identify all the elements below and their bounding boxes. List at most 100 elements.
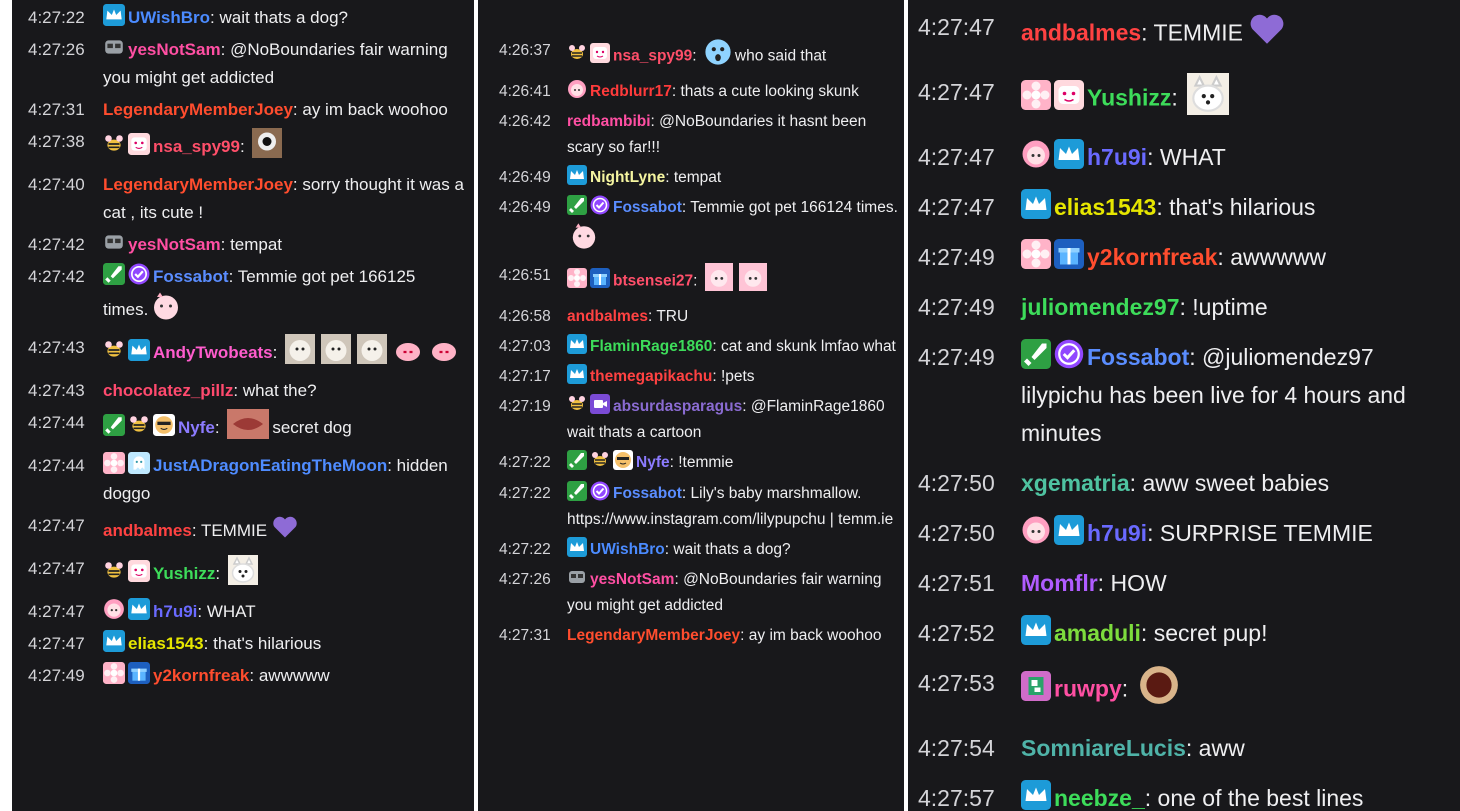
chat-message[interactable]: 4:27:52 amaduli: secret pup! (908, 614, 1460, 652)
chat-message[interactable]: 4:27:54 SomniareLucis: aww (908, 729, 1460, 767)
chat-username[interactable]: Nyfe (636, 455, 670, 472)
bee-badge-icon[interactable] (567, 43, 587, 63)
pink-temmie-emote-icon[interactable] (570, 222, 598, 259)
crown-badge-icon[interactable] (128, 598, 150, 621)
chat-username[interactable]: h7u9i (153, 602, 197, 621)
chat-message[interactable]: 4:27:44 Nyfe: secret dog (12, 409, 474, 448)
chat-username[interactable]: Yushizz (1087, 85, 1171, 111)
pink-flower-badge-icon[interactable] (103, 452, 125, 475)
chat-username[interactable]: yesNotSam (590, 571, 674, 588)
sword-badge-icon[interactable] (103, 263, 125, 286)
chat-message[interactable]: 4:27:57 neebze_: one of the best lines (908, 779, 1460, 811)
chat-username[interactable]: themegapikachu (590, 368, 712, 385)
blue-shock-emote-icon[interactable] (704, 38, 732, 75)
chat-panel-left[interactable]: temmie 4:27:22UWishBro: wait thats a dog… (12, 0, 474, 811)
chat-username[interactable]: Nyfe (178, 418, 215, 437)
pink-girl-emote-icon[interactable] (704, 262, 733, 300)
pink-face-badge-icon[interactable] (128, 560, 150, 583)
chat-username[interactable]: ruwpy (1054, 676, 1122, 702)
sword-badge-icon[interactable] (103, 414, 125, 437)
chat-panel-middle[interactable]: 4:26:37 nsa_spy99: who said that 4:26:41 Re… (478, 0, 904, 811)
chat-message[interactable]: 4:26:51 btsensei27: (478, 262, 904, 300)
chat-username[interactable]: LegendaryMemberJoey (103, 100, 293, 119)
pink-flower-badge-icon[interactable] (103, 662, 125, 685)
verified-badge-icon[interactable] (590, 481, 610, 501)
bee-badge-icon[interactable] (590, 450, 610, 470)
sword-badge-icon[interactable] (567, 450, 587, 471)
chat-username[interactable]: andbalmes (103, 521, 192, 540)
chat-username[interactable]: h7u9i (1087, 520, 1147, 546)
chat-username[interactable]: Fossabot (1087, 344, 1189, 370)
chat-username[interactable]: UWishBro (590, 541, 665, 558)
chat-username[interactable]: JustADragonEatingTheMoon (153, 456, 387, 475)
pink-face-badge-icon[interactable] (1054, 79, 1084, 110)
pink-face-badge-icon[interactable] (128, 133, 150, 156)
crown-badge-icon[interactable] (1054, 515, 1084, 546)
chat-message[interactable]: 4:26:49 Fossabot: Temmie got pet 166124 t… (478, 195, 904, 258)
chat-message[interactable]: 4:27:47 elias1543: that's hilarious (908, 188, 1460, 226)
pink-girl-emote-icon[interactable] (738, 262, 767, 300)
chat-username[interactable]: andbalmes (567, 308, 648, 325)
cool-face-badge-icon[interactable] (153, 414, 175, 437)
dog-emote-icon[interactable] (321, 334, 352, 373)
gift-badge-icon[interactable] (128, 662, 150, 685)
dog-emote-icon[interactable] (285, 334, 316, 373)
chat-message[interactable]: 4:27:43 chocolatez_pillz: what the? (12, 377, 474, 405)
chat-message[interactable]: 4:27:26 yesNotSam: @NoBoundaries fair war… (478, 567, 904, 619)
pink-girl-badge-icon[interactable] (103, 598, 125, 620)
pink-flower-badge-icon[interactable] (1021, 79, 1051, 110)
gift-badge-icon[interactable] (1054, 239, 1084, 270)
fluffy-dog-emote-icon[interactable] (1187, 73, 1230, 126)
chat-username[interactable]: nsa_spy99 (153, 137, 240, 156)
chat-username[interactable]: Redblurr17 (590, 83, 672, 100)
chat-username[interactable]: y2kornfreak (153, 666, 249, 685)
chat-message[interactable]: 4:27:49 juliomendez97: !uptime (908, 288, 1460, 326)
verified-badge-icon[interactable] (590, 195, 610, 215)
chat-username[interactable]: AndyTwobeats (153, 343, 273, 362)
chat-message[interactable]: 4:27:26 yesNotSam: @NoBoundaries fair war… (12, 36, 474, 92)
chat-message[interactable]: 4:27:42 yesNotSam: tempat (12, 231, 474, 259)
chat-message[interactable]: 4:27:49 y2kornfreak: awwwww (12, 662, 474, 690)
chat-username[interactable]: UWishBro (128, 8, 210, 27)
pink-face-badge-icon[interactable] (590, 43, 610, 64)
chat-username[interactable]: chocolatez_pillz (103, 381, 233, 400)
chat-message[interactable]: 4:27:47 h7u9i: WHAT (908, 138, 1460, 176)
chat-username[interactable]: elias1543 (1054, 194, 1156, 220)
dog-emote-icon[interactable] (357, 334, 388, 373)
chat-username[interactable]: redbambibi (567, 113, 651, 130)
chat-panel-right[interactable]: doggo 4:27:47andbalmes: TEMMIE4:27:47Yus… (908, 0, 1460, 811)
chat-username[interactable]: amaduli (1054, 620, 1141, 646)
verified-badge-icon[interactable] (1054, 339, 1084, 369)
fluffy-dog-emote-icon[interactable] (227, 555, 258, 594)
chat-message[interactable]: 4:26:58 andbalmes: TRU (478, 304, 904, 330)
chat-message[interactable]: 4:27:31 LegendaryMemberJoey: ay im back w… (12, 96, 474, 124)
crown-badge-icon[interactable] (567, 333, 587, 354)
chat-message[interactable]: 4:27:22 UWishBro: wait thats a dog? (12, 4, 474, 32)
chat-username[interactable]: FlaminRage1860 (590, 338, 712, 355)
chat-username[interactable]: xgematria (1021, 470, 1130, 496)
chat-username[interactable]: y2kornfreak (1087, 244, 1217, 270)
sword-badge-icon[interactable] (567, 195, 587, 216)
purple-heart-emote-icon[interactable] (1246, 8, 1288, 61)
chat-message[interactable]: 4:26:41 Redblurr17: thats a cute looking … (478, 79, 904, 105)
pink-girl-badge-icon[interactable] (1021, 139, 1051, 169)
chat-message[interactable]: 4:27:31 LegendaryMemberJoey: ay im back w… (478, 623, 904, 649)
crown-badge-icon[interactable] (1021, 780, 1051, 811)
chat-username[interactable]: elias1543 (128, 634, 204, 653)
eye-emote-icon[interactable] (252, 128, 283, 167)
chat-message[interactable]: 4:27:50 h7u9i: SURPRISE TEMMIE (908, 514, 1460, 552)
bee-badge-icon[interactable] (103, 133, 125, 155)
chat-message[interactable]: 4:27:43 AndyTwobeats: (12, 334, 474, 373)
gift-badge-icon[interactable] (590, 268, 610, 289)
bee-badge-icon[interactable] (128, 414, 150, 436)
blob-emote-icon[interactable] (393, 334, 423, 373)
chat-username[interactable]: yesNotSam (128, 40, 221, 59)
crown-badge-icon[interactable] (103, 630, 125, 653)
chat-username[interactable]: absurdasparagus (613, 398, 742, 415)
chat-username[interactable]: LegendaryMemberJoey (103, 175, 293, 194)
chat-username[interactable]: Fossabot (613, 200, 682, 217)
glasses-emote-badge-icon[interactable] (103, 231, 125, 253)
pink-girl-badge-icon[interactable] (567, 79, 587, 99)
crown-badge-icon[interactable] (1021, 615, 1051, 646)
purple-heart-emote-icon[interactable] (270, 512, 300, 551)
